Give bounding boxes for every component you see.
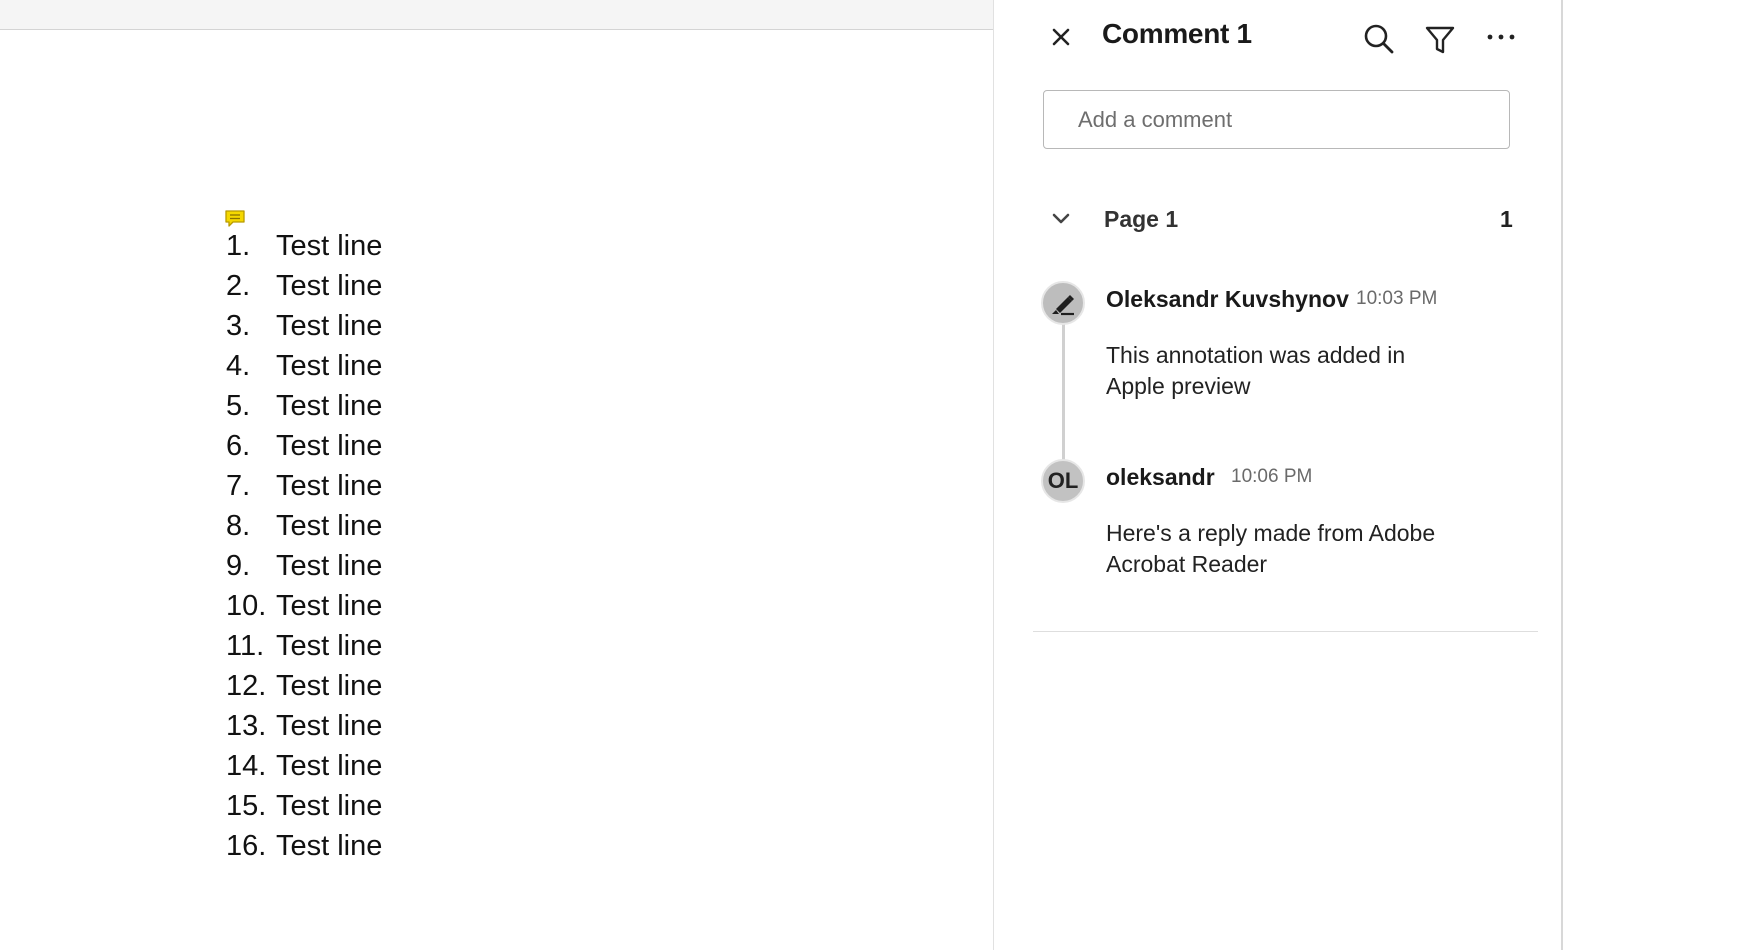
list-number: 5. (226, 390, 251, 422)
list-number: 3. (226, 310, 251, 342)
list-text: Test line (276, 390, 383, 422)
list-number: 11. (226, 630, 265, 662)
avatar (1041, 281, 1085, 325)
list-text: Test line (276, 790, 383, 822)
avatar-initials: OL (1047, 468, 1079, 493)
chevron-down-icon[interactable] (1046, 204, 1076, 234)
comment-author: oleksandr (1106, 464, 1215, 490)
filter-icon[interactable] (1424, 24, 1456, 56)
list-number: 10. (226, 590, 267, 622)
list-item: 12. Test line (226, 666, 382, 706)
list-number: 4. (226, 350, 251, 382)
more-options-icon[interactable] (1484, 22, 1518, 52)
comment-body[interactable]: Here's a reply made from Adobe Acrobat R… (1106, 518, 1466, 580)
highlighter-icon (1052, 295, 1074, 316)
page-group-label[interactable]: Page 1 (1104, 206, 1178, 233)
list-item[interactable]: 1. Test line (223, 226, 387, 266)
comment-time: 10:03 PM (1356, 288, 1438, 309)
list-text: Test line (276, 510, 383, 542)
list-item: 16. Test line (226, 826, 382, 866)
close-icon[interactable] (1046, 22, 1076, 52)
list-item: 8. Test line (226, 506, 382, 546)
list-text: Test line (276, 590, 383, 622)
list-number: 6. (226, 430, 251, 462)
list-text: Test line (276, 430, 383, 462)
thread-divider (1033, 631, 1538, 632)
panel-scrollbar-edge[interactable] (1561, 0, 1563, 950)
list-text: Test line (276, 830, 383, 862)
list-item: 11. Test line (226, 626, 382, 666)
list-item: 9. Test line (226, 546, 382, 586)
comment-author: Oleksandr Kuvshynov (1106, 286, 1349, 312)
list-item: 10. Test line (226, 586, 382, 626)
list-item: 6. Test line (226, 426, 382, 466)
list-text: Test line (276, 230, 383, 262)
list-number: 8. (226, 510, 251, 542)
page-comment-count: 1 (1500, 206, 1513, 232)
comment-body[interactable]: This annotation was added in Apple previ… (1106, 340, 1466, 402)
list-text: Test line (276, 670, 383, 702)
list-item: 2. Test line (226, 266, 382, 306)
list-item: 5. Test line (226, 386, 382, 426)
list-number: 14. (226, 750, 267, 782)
list-item: 7. Test line (226, 466, 382, 506)
list-item: 13. Test line (226, 706, 382, 746)
list-text: Test line (276, 270, 383, 302)
list-item: 3. Test line (226, 306, 382, 346)
list-number: 15. (226, 790, 267, 822)
search-icon[interactable] (1362, 22, 1396, 56)
thread-connector (1062, 324, 1065, 462)
avatar: OL (1041, 459, 1085, 503)
list-number: 7. (226, 470, 251, 502)
panel-title: Comment 1 (1102, 18, 1252, 49)
list-text: Test line (276, 350, 383, 382)
comment-time: 10:06 PM (1231, 466, 1313, 487)
list-text: Test line (276, 750, 383, 782)
list-number: 16. (226, 830, 267, 862)
document-view: 1. Test line 2. Test line 3. Test line 4. Te… (0, 0, 993, 950)
list-number: 13. (226, 710, 267, 742)
list-text: Test line (276, 470, 383, 502)
numbered-list: 1. Test line 2. Test line 3. Test line 4. Te… (223, 226, 387, 866)
list-number: 1. (226, 230, 251, 262)
list-text: Test line (276, 550, 383, 582)
list-item: 15. Test line (226, 786, 382, 826)
list-item: 14. Test line (226, 746, 382, 786)
list-number: 9. (226, 550, 251, 582)
list-text: Test line (276, 310, 383, 342)
list-number: 2. (226, 270, 251, 302)
document-toolbar-strip (0, 0, 993, 30)
list-number: 12. (226, 670, 267, 702)
list-text: Test line (276, 630, 383, 662)
add-comment-input[interactable] (1043, 90, 1510, 149)
list-item: 4. Test line (226, 346, 382, 386)
list-text: Test line (276, 710, 383, 742)
